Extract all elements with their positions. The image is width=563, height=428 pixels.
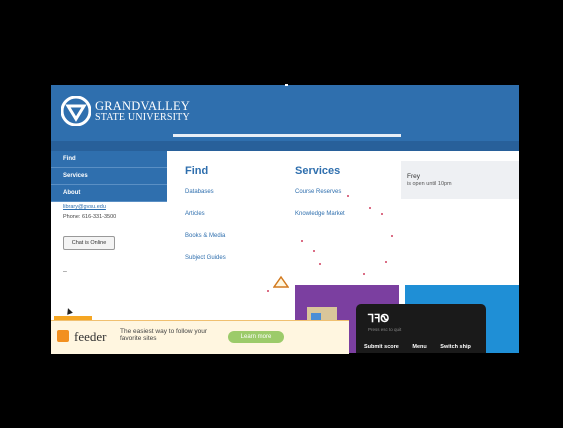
game-debris [391, 235, 393, 237]
university-wordmark[interactable]: GRANDVALLEY STATE UNIVERSITY [95, 100, 190, 124]
game-debris [319, 263, 321, 265]
feeder-learn-more-button[interactable]: Learn more [228, 331, 284, 343]
services-heading: Services [295, 165, 341, 177]
feeder-brand[interactable]: feeder [74, 329, 106, 345]
gvsu-logo-icon[interactable] [61, 96, 91, 126]
find-link-books-media[interactable]: Books & Media [185, 233, 226, 239]
header-divider [173, 134, 401, 137]
game-debris [313, 250, 315, 252]
services-link-knowledge-market[interactable]: Knowledge Market [295, 211, 345, 217]
sidebar-item-services[interactable]: Services [51, 168, 167, 185]
library-hours: is open until 10pm [407, 181, 452, 187]
game-actions: Submit score Menu Switch ship [364, 344, 483, 350]
game-debris [385, 261, 387, 263]
services-link-course-reserves[interactable]: Course Reserves [295, 189, 345, 195]
feeder-tagline: The easiest way to follow your favorite … [120, 328, 208, 342]
find-link-articles[interactable]: Articles [185, 211, 226, 217]
game-panel: ꞀꟻᏫ Press esc to quit Submit score Menu … [356, 304, 486, 353]
menu-button[interactable]: Menu [412, 344, 426, 350]
game-logo: ꞀꟻᏫ [368, 313, 390, 325]
email-link[interactable]: library@gvsu.edu [63, 204, 106, 210]
phone-number: Phone: 616-331-3500 [63, 214, 117, 220]
library-name: Frey [407, 173, 420, 180]
game-debris [363, 273, 365, 275]
switch-ship-button[interactable]: Switch ship [440, 344, 471, 350]
sidebar-dash: – [63, 268, 67, 275]
screen-mark [285, 84, 288, 86]
find-link-subject-guides[interactable]: Subject Guides [185, 255, 226, 261]
find-link-databases[interactable]: Databases [185, 189, 226, 195]
header-underbar [51, 141, 519, 151]
spaceship-icon [273, 275, 289, 288]
game-debris [347, 195, 349, 197]
game-debris [381, 213, 383, 215]
chat-button[interactable]: Chat is Online [63, 236, 115, 250]
rss-icon [57, 330, 69, 342]
game-debris [301, 240, 303, 242]
find-heading: Find [185, 165, 209, 177]
sidebar-item-about[interactable]: About [51, 185, 167, 202]
submit-score-button[interactable]: Submit score [364, 344, 399, 350]
hours-box: Frey is open until 10pm [401, 161, 519, 199]
brand-line-1: GRANDVALLEY [95, 99, 191, 113]
sidebar-item-find[interactable]: Find [51, 151, 167, 168]
game-hint: Press esc to quit [368, 327, 402, 332]
game-debris [369, 207, 371, 209]
sidebar: Find Services About library@gvsu.edu Pho… [51, 151, 167, 275]
find-column: Find Databases Articles Books & Media Su… [185, 165, 226, 277]
game-debris [267, 290, 269, 292]
services-column: Services Course Reserves Knowledge Marke… [295, 165, 345, 233]
brand-line-2: STATE UNIVERSITY [95, 112, 190, 123]
